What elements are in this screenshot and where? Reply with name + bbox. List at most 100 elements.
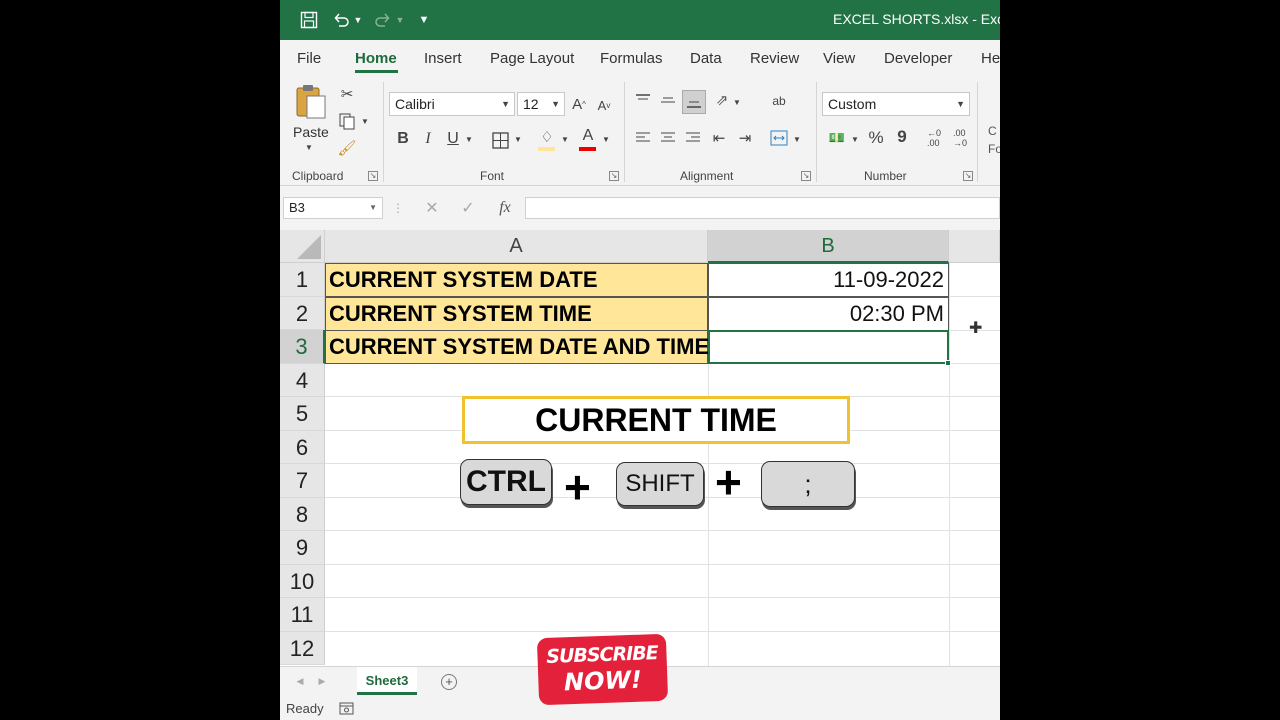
top-align-icon[interactable] (633, 90, 653, 110)
column-header-a[interactable]: A (325, 230, 708, 263)
fill-handle[interactable] (945, 360, 951, 366)
number-launcher-icon[interactable]: ↘ (963, 171, 973, 181)
paste-dropdown-icon[interactable]: ▼ (302, 140, 316, 154)
comma-style-button[interactable]: 9 (892, 126, 912, 148)
percent-style-button[interactable]: % (866, 128, 886, 148)
scroll-left-icon[interactable]: ◀ (294, 674, 306, 688)
row-header-10[interactable]: 10 (280, 564, 325, 598)
formula-bar: B3 ▼ ⋮ ✕ ✓ fx (280, 186, 1000, 230)
increase-indent-icon[interactable]: ⇥ (735, 128, 755, 148)
tab-data[interactable]: Data (690, 50, 722, 67)
bottom-align-icon[interactable] (682, 90, 706, 114)
fill-color-icon[interactable]: ♢ (536, 127, 558, 147)
ribbon-separator (977, 82, 978, 182)
accessibility-icon[interactable] (337, 700, 355, 716)
conditional-formatting-partial[interactable]: C Fo (988, 122, 1000, 158)
cell-a1[interactable]: CURRENT SYSTEM DATE (325, 263, 708, 297)
tab-review[interactable]: Review (750, 50, 799, 67)
row-header-3[interactable]: 3 (280, 330, 325, 364)
cell-b2[interactable]: 02:30 PM (708, 296, 949, 331)
alignment-launcher-icon[interactable]: ↘ (801, 171, 811, 181)
tab-formulas[interactable]: Formulas (600, 50, 663, 67)
font-name-select[interactable]: Calibri ▼ (389, 92, 515, 116)
row-header-5[interactable]: 5 (280, 397, 325, 431)
tab-view[interactable]: View (823, 50, 855, 67)
row-header-7[interactable]: 7 (280, 464, 325, 498)
scroll-right-icon[interactable]: ▶ (316, 674, 328, 688)
align-left-icon[interactable] (633, 128, 653, 148)
row-header-9[interactable]: 9 (280, 531, 325, 565)
select-all-button[interactable] (280, 230, 325, 263)
tab-help[interactable]: Help (981, 50, 1000, 67)
merge-dropdown-icon[interactable]: ▼ (791, 132, 803, 146)
select-all-triangle-icon (297, 235, 321, 259)
shortcut-title: CURRENT TIME (462, 396, 850, 444)
row-header-11[interactable]: 11 (280, 598, 325, 632)
tab-home[interactable]: Home (355, 50, 397, 67)
clipboard-launcher-icon[interactable]: ↘ (368, 171, 378, 181)
borders-dropdown-icon[interactable]: ▼ (512, 132, 524, 146)
tab-file[interactable]: File (297, 50, 321, 67)
decrease-indent-icon[interactable]: ⇤ (709, 128, 729, 148)
row-header-12[interactable]: 12 (280, 631, 325, 665)
increase-decimal-icon[interactable]: ←0.00 (922, 126, 946, 150)
borders-icon[interactable] (489, 129, 511, 151)
save-icon[interactable] (298, 9, 320, 31)
copy-icon[interactable] (336, 110, 358, 132)
name-box[interactable]: B3 ▼ (283, 197, 383, 219)
tab-insert[interactable]: Insert (424, 50, 462, 67)
cell-a2[interactable]: CURRENT SYSTEM TIME (325, 296, 708, 331)
fill-color-dropdown-icon[interactable]: ▼ (559, 132, 571, 146)
copy-dropdown-icon[interactable]: ▼ (359, 114, 371, 128)
cell-a3[interactable]: CURRENT SYSTEM DATE AND TIME (325, 330, 709, 364)
orientation-icon[interactable]: ⇗ (712, 90, 732, 110)
customize-qat-icon[interactable]: ▼ (417, 9, 431, 31)
italic-button[interactable]: I (419, 128, 437, 150)
cell-b1[interactable]: 11-09-2022 (708, 263, 949, 297)
cut-icon[interactable]: ✂ (337, 84, 357, 104)
accounting-format-icon[interactable]: 💵 (826, 128, 848, 148)
wrap-text-icon[interactable]: ab (768, 90, 790, 112)
font-launcher-icon[interactable]: ↘ (609, 171, 619, 181)
undo-icon[interactable] (330, 9, 352, 31)
number-format-select[interactable]: Custom ▼ (822, 92, 970, 116)
font-color-dropdown-icon[interactable]: ▼ (600, 132, 612, 146)
format-painter-icon[interactable]: 🖌 (337, 138, 357, 158)
tab-developer[interactable]: Developer (884, 50, 952, 67)
paste-label[interactable]: Paste (293, 124, 329, 140)
orientation-dropdown-icon[interactable]: ▼ (731, 95, 743, 109)
font-size-select[interactable]: 12 ▼ (517, 92, 565, 116)
accounting-dropdown-icon[interactable]: ▼ (849, 132, 861, 146)
row-header-1[interactable]: 1 (280, 263, 325, 297)
row-header-8[interactable]: 8 (280, 497, 325, 531)
underline-button[interactable]: U (444, 128, 462, 150)
font-color-icon[interactable]: A (578, 126, 598, 146)
cell-b3[interactable] (708, 330, 949, 364)
insert-function-icon[interactable]: fx (494, 198, 516, 218)
undo-dropdown-icon[interactable]: ▼ (352, 9, 364, 31)
subscribe-badge[interactable]: SUBSCRIBE NOW! (536, 633, 669, 706)
tab-page-layout[interactable]: Page Layout (490, 50, 574, 67)
font-color-swatch (579, 147, 596, 151)
column-header-b[interactable]: B (708, 230, 949, 263)
decrease-font-size-icon[interactable]: Av (594, 95, 614, 115)
row-header-4[interactable]: 4 (280, 363, 325, 397)
increase-font-size-icon[interactable]: A ^ (569, 93, 589, 115)
worksheet-grid[interactable]: A B 1 2 3 4 5 6 7 8 9 10 11 12 CURRENT S… (280, 230, 1000, 666)
gridline (949, 363, 1000, 364)
gridline (325, 530, 1000, 531)
align-right-icon[interactable] (683, 128, 703, 148)
row-header-6[interactable]: 6 (280, 430, 325, 464)
sheet-tab-sheet3[interactable]: Sheet3 (357, 667, 417, 695)
middle-align-icon[interactable] (658, 90, 678, 110)
column-header-c[interactable] (949, 230, 1000, 263)
formula-input[interactable] (525, 197, 1000, 219)
paste-icon[interactable] (294, 82, 328, 122)
align-center-icon[interactable] (658, 128, 678, 148)
underline-dropdown-icon[interactable]: ▼ (463, 132, 475, 146)
decrease-decimal-icon[interactable]: .00 →0 (948, 126, 972, 150)
merge-center-icon[interactable] (768, 128, 790, 148)
bold-button[interactable]: B (394, 128, 412, 150)
add-sheet-button[interactable]: + (441, 674, 457, 690)
row-header-2[interactable]: 2 (280, 296, 325, 330)
